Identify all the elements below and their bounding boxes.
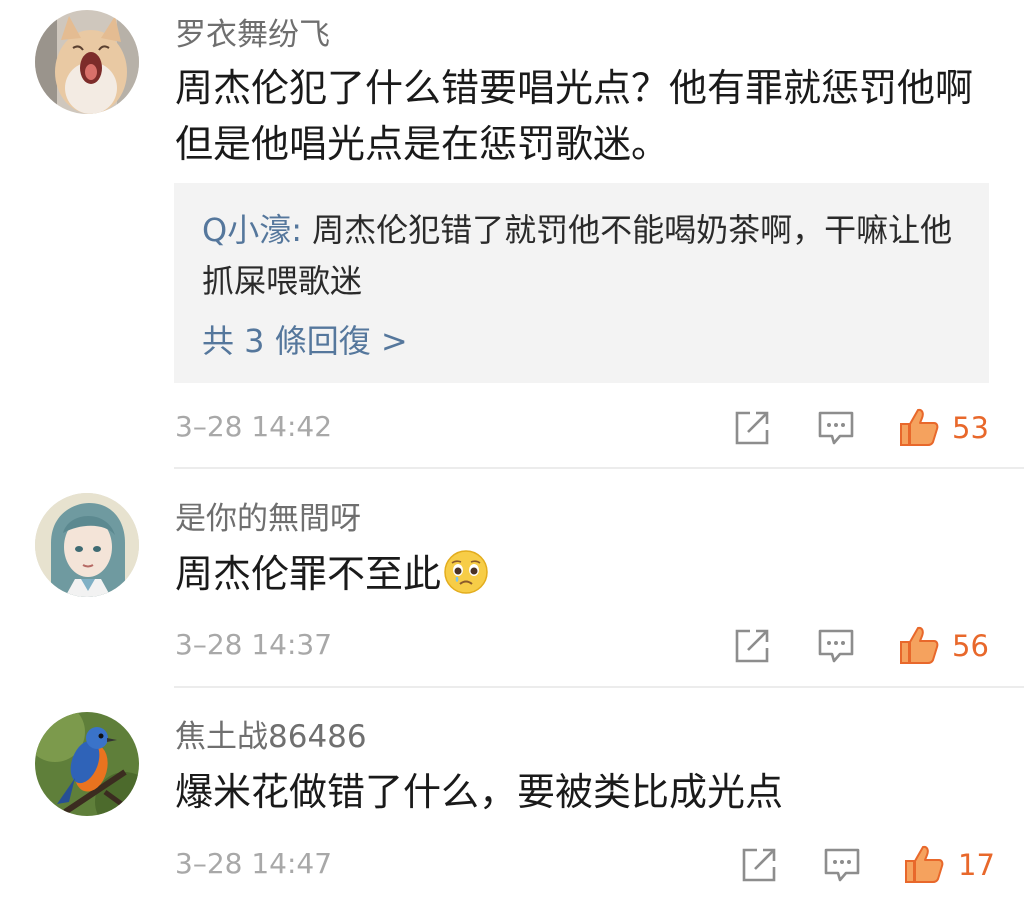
comment-username[interactable]: 罗衣舞纷飞	[175, 20, 330, 51]
reply-author[interactable]: Q小濠:	[202, 211, 302, 249]
comment-text: 爆米花做错了什么，要被类比成光点	[175, 770, 784, 814]
comment-username[interactable]: 焦土战86486	[175, 722, 367, 753]
comment-divider	[174, 686, 1024, 688]
comment-timestamp: 3–28 14:47	[175, 847, 333, 880]
comment-icon[interactable]	[816, 408, 856, 448]
bird-avatar-icon[interactable]	[35, 712, 139, 816]
cat-avatar-icon[interactable]	[35, 10, 139, 114]
share-icon[interactable]	[739, 845, 779, 885]
share-icon[interactable]	[732, 408, 772, 448]
comment-text-content: 周杰伦罪不至此	[175, 552, 442, 596]
view-replies-link[interactable]: 共 3 條回復 >	[202, 321, 963, 361]
thumbs-up-icon[interactable]	[903, 843, 945, 885]
like-count: 17	[958, 848, 995, 882]
pleading-face-icon	[444, 550, 488, 594]
comment-username[interactable]: 是你的無間呀	[175, 504, 361, 535]
share-icon[interactable]	[732, 626, 772, 666]
anime-character-avatar-icon[interactable]	[35, 493, 139, 597]
comment-icon[interactable]	[816, 626, 856, 666]
comment-list: 罗衣舞纷飞 周杰伦犯了什么错要唱光点？他有罪就惩罚他啊但是他唱光点是在惩罚歌迷。…	[0, 0, 1024, 904]
comment-text: 周杰伦罪不至此	[175, 546, 995, 602]
comment-timestamp: 3–28 14:37	[175, 628, 333, 661]
like-count: 56	[952, 629, 989, 663]
comment-divider	[174, 467, 1024, 469]
like-count: 53	[952, 411, 989, 445]
comment-icon[interactable]	[822, 845, 862, 885]
comment-timestamp: 3–28 14:42	[175, 410, 333, 443]
reply-preview-text: Q小濠: 周杰伦犯错了就罚他不能喝奶茶啊，干嘛让他抓屎喂歌迷	[202, 205, 963, 307]
reply-content: 周杰伦犯错了就罚他不能喝奶茶啊，干嘛让他抓屎喂歌迷	[202, 211, 953, 300]
reply-preview-box[interactable]: Q小濠: 周杰伦犯错了就罚他不能喝奶茶啊，干嘛让他抓屎喂歌迷 共 3 條回復 >	[174, 183, 989, 383]
thumbs-up-icon[interactable]	[898, 406, 940, 448]
comment-text: 周杰伦犯了什么错要唱光点？他有罪就惩罚他啊但是他唱光点是在惩罚歌迷。	[175, 66, 974, 166]
thumbs-up-icon[interactable]	[898, 624, 940, 666]
